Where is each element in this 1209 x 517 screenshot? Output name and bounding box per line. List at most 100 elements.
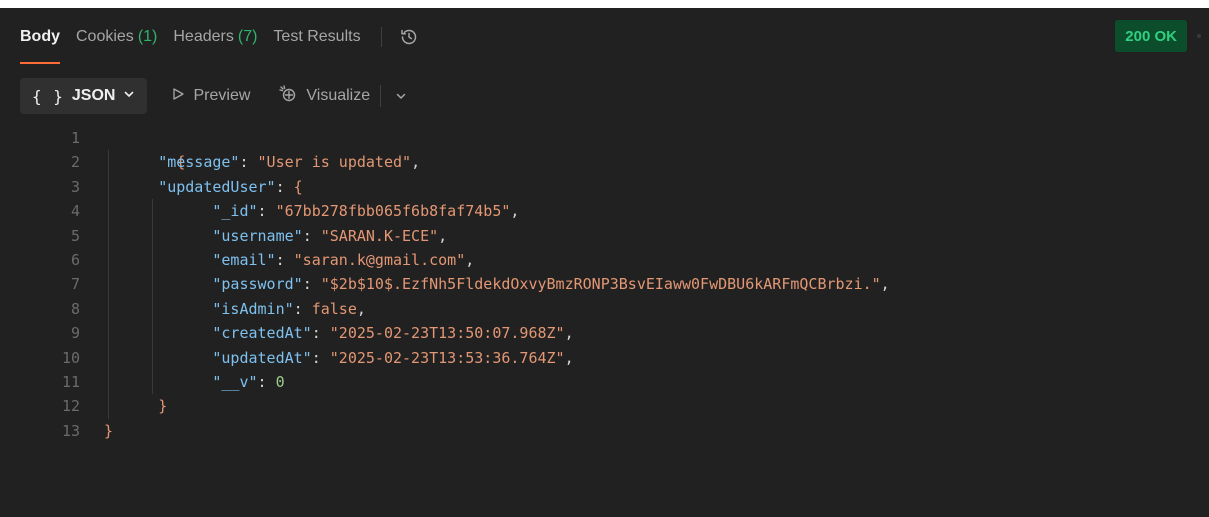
line-number: 6: [70, 250, 80, 269]
indent-guide: [152, 369, 153, 395]
tab-cookies[interactable]: Cookies (1): [76, 8, 157, 66]
json-value: false: [311, 299, 357, 318]
line-number: 9: [70, 324, 80, 343]
line-content: "username": "SARAN.K-ECE",: [80, 223, 447, 248]
code-line: 12 }: [0, 394, 1209, 419]
indent-guide: [108, 394, 109, 419]
line-content: "updatedUser": {: [80, 174, 303, 200]
indent-guide: [152, 345, 153, 370]
indent-guide: [152, 199, 153, 224]
json-value: "67bb278fbb065f6b8faf74b5": [275, 202, 511, 221]
format-label: JSON: [71, 87, 116, 104]
line-number: 3: [70, 177, 80, 196]
indent-guide: [152, 296, 153, 322]
indent-guide: [152, 321, 153, 346]
code-line: 11 "__v": 0: [0, 369, 1209, 395]
line-number: 12: [61, 397, 80, 416]
more-options-chevron-icon[interactable]: [389, 84, 413, 108]
json-key: "password": [212, 275, 303, 294]
indent-guide: [108, 321, 109, 346]
json-key: "isAdmin": [212, 299, 294, 318]
code-line: 4 "_id": "67bb278fbb065f6b8faf74b5",: [0, 199, 1209, 224]
line-content: "_id": "67bb278fbb065f6b8faf74b5",: [80, 199, 519, 224]
line-content: "password": "$2b$10$.EzfNh5FldekdOxvyBmz…: [80, 272, 890, 297]
indent-guide: [108, 223, 109, 248]
tab-headers-count: (7): [237, 28, 258, 45]
line-number: 2: [70, 153, 80, 172]
line-content: {: [80, 126, 185, 171]
json-key: "updatedAt": [212, 348, 312, 367]
json-code-view[interactable]: 1 { 2 "message": "User is updated", 3 "u…: [0, 126, 1209, 506]
json-key: "updatedUser": [158, 177, 276, 196]
indent-guide: [108, 174, 109, 200]
indent-guide: [108, 247, 109, 273]
code-line: 2 "message": "User is updated",: [0, 150, 1209, 175]
line-number: 1: [70, 129, 80, 147]
more-dot: [1197, 34, 1201, 38]
json-brace: }: [158, 397, 168, 416]
top-edge: [0, 0, 1209, 8]
code-line: 3 "updatedUser": {: [0, 174, 1209, 200]
visualize-label: Visualize: [306, 87, 371, 104]
indent-guide: [108, 296, 109, 322]
indent-guide: [152, 223, 153, 248]
tab-headers[interactable]: Headers (7): [173, 8, 257, 66]
toolbar-divider: [380, 85, 382, 107]
play-icon: [171, 87, 185, 106]
json-brace: {: [293, 177, 303, 196]
tab-cookies-count: (1): [137, 28, 158, 45]
tab-headers-label: Headers: [173, 28, 234, 45]
line-number: 8: [70, 299, 80, 318]
indent-guide: [152, 272, 153, 297]
code-line: 6 "email": "saran.k@gmail.com",: [0, 247, 1209, 273]
code-line: 9 "createdAt": "2025-02-23T13:50:07.968Z…: [0, 321, 1209, 346]
code-line: 8 "isAdmin": false,: [0, 296, 1209, 322]
status-text: 200 OK: [1125, 27, 1177, 45]
json-key: "message": [158, 153, 240, 172]
line-content: }: [80, 419, 113, 443]
tab-body-label: Body: [20, 28, 60, 45]
line-content: "__v": 0: [80, 369, 285, 395]
line-content: }: [80, 394, 168, 419]
json-value: 0: [275, 372, 285, 391]
chevron-down-icon: [123, 87, 135, 105]
response-tabs: Body Cookies (1) Headers (7) Test Result…: [0, 8, 1209, 66]
line-number: 13: [61, 421, 80, 440]
indent-guide: [108, 272, 109, 297]
json-value: "User is updated": [257, 153, 412, 172]
tab-test-results-label: Test Results: [273, 28, 361, 45]
json-key: "__v": [212, 372, 258, 391]
code-line: 10 "updatedAt": "2025-02-23T13:53:36.764…: [0, 345, 1209, 370]
body-toolbar: { } JSON Preview Visualize: [0, 74, 1209, 118]
indent-guide: [108, 199, 109, 224]
json-key: "createdAt": [212, 324, 312, 343]
visualize-icon: [278, 84, 298, 109]
json-value: "saran.k@gmail.com": [293, 250, 466, 269]
line-number: 5: [70, 226, 80, 245]
line-number: 4: [70, 202, 80, 221]
json-key: "username": [212, 226, 303, 245]
line-number: 11: [61, 372, 80, 391]
code-line: 7 "password": "$2b$10$.EzfNh5FldekdOxvyB…: [0, 272, 1209, 297]
line-number: 7: [70, 275, 80, 294]
json-value: "$2b$10$.EzfNh5FldekdOxvyBmzRONP3BsvEIaw…: [320, 275, 881, 294]
line-content: "message": "User is updated",: [80, 150, 420, 175]
json-value: "2025-02-23T13:50:07.968Z": [329, 324, 565, 343]
code-line: 13 }: [0, 419, 1209, 443]
tab-cookies-label: Cookies: [76, 28, 134, 45]
response-panel: Body Cookies (1) Headers (7) Test Result…: [0, 0, 1209, 517]
line-content: "email": "saran.k@gmail.com",: [80, 247, 474, 273]
format-dropdown[interactable]: { } JSON: [20, 78, 148, 114]
json-key: "_id": [212, 202, 258, 221]
json-key: "email": [212, 250, 276, 269]
indent-guide: [108, 369, 109, 395]
tab-test-results[interactable]: Test Results: [273, 8, 360, 66]
json-brace: }: [104, 421, 114, 440]
tab-body[interactable]: Body: [20, 8, 60, 66]
history-icon[interactable]: [398, 26, 420, 48]
indent-guide: [108, 150, 109, 175]
status-badge[interactable]: 200 OK: [1115, 20, 1187, 52]
preview-button[interactable]: Preview: [161, 78, 260, 114]
json-value: "2025-02-23T13:53:36.764Z": [329, 348, 565, 367]
visualize-button[interactable]: Visualize: [268, 78, 380, 114]
